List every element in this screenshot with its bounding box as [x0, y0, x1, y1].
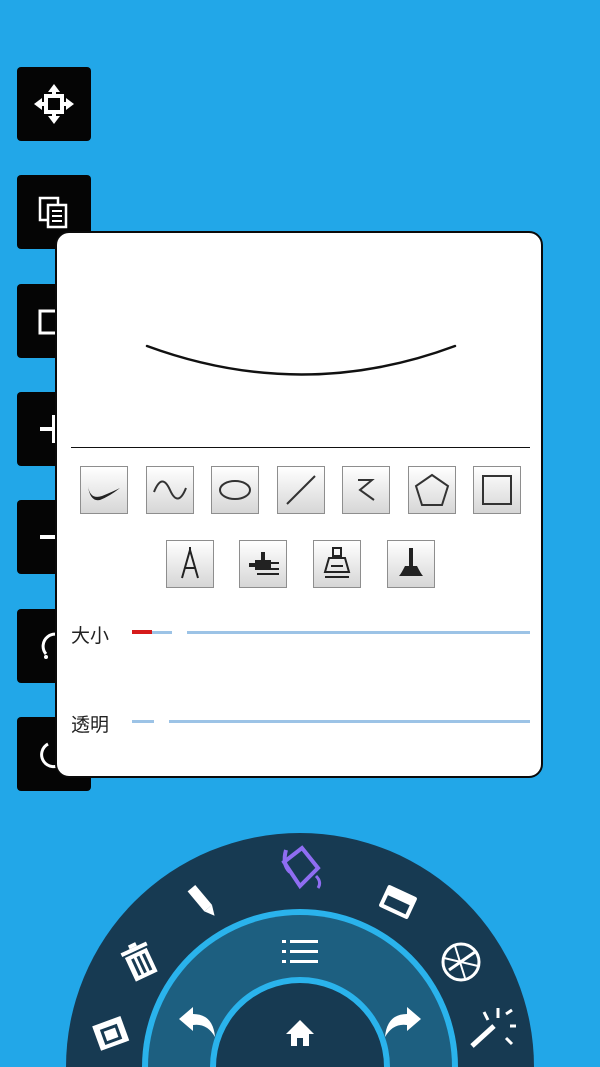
radial-menu: [66, 833, 534, 1067]
